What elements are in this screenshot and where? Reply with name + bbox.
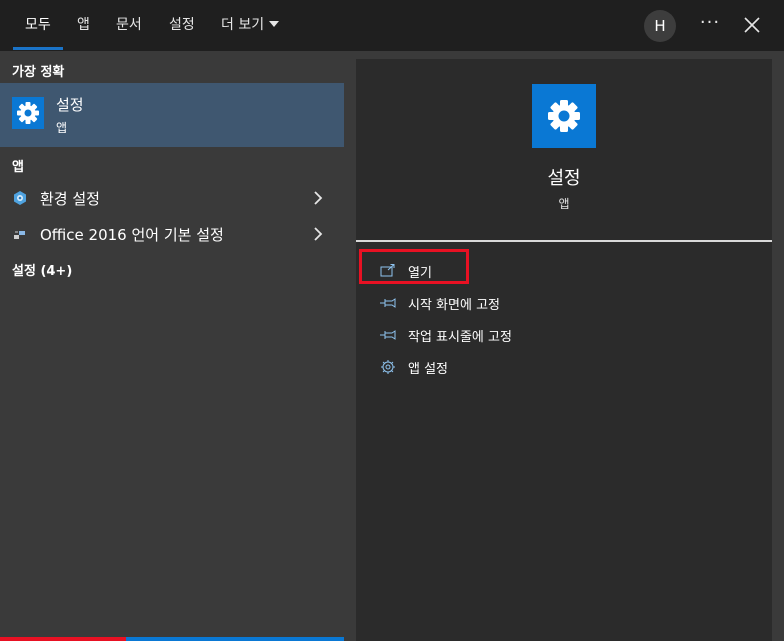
action-label: 앱 설정 bbox=[408, 362, 449, 377]
action-open[interactable]: 열기 bbox=[356, 255, 772, 287]
gear-icon bbox=[532, 84, 596, 148]
pin-icon bbox=[379, 295, 397, 311]
tab-more-label: 더 보기 bbox=[221, 17, 265, 33]
preview-title: 설정 bbox=[547, 168, 581, 189]
search-progress-bar bbox=[0, 637, 344, 641]
active-tab-indicator bbox=[13, 47, 63, 50]
more-options-button[interactable]: ··· bbox=[695, 9, 725, 41]
best-match-header: 가장 정확 bbox=[12, 65, 65, 80]
best-match-title: 설정 bbox=[56, 96, 84, 114]
chevron-right-icon[interactable] bbox=[311, 190, 325, 206]
tab-settings[interactable]: 설정 bbox=[169, 0, 195, 51]
gear-icon bbox=[12, 97, 44, 129]
best-match-subtitle: 앱 bbox=[56, 121, 68, 135]
tab-all[interactable]: 모두 bbox=[25, 0, 51, 51]
control-panel-icon bbox=[12, 190, 28, 206]
user-avatar[interactable]: H bbox=[644, 10, 676, 42]
tab-more[interactable]: 더 보기 bbox=[221, 0, 280, 51]
open-icon bbox=[379, 263, 397, 279]
action-pin-to-taskbar[interactable]: 작업 표시줄에 고정 bbox=[356, 319, 772, 351]
divider bbox=[356, 240, 772, 242]
app-item-control-panel[interactable]: 환경 설정 bbox=[0, 180, 344, 216]
preview-panel: 설정 앱 열기 시작 화면에 고정 작업 표시줄에 고정 앱 설정 bbox=[356, 59, 772, 641]
results-panel: 가장 정확 설정 앱 앱 환경 설정 Office 2016 언어 기본 설정 … bbox=[0, 51, 344, 641]
preview-subtitle: 앱 bbox=[558, 197, 570, 211]
action-pin-to-start[interactable]: 시작 화면에 고정 bbox=[356, 287, 772, 319]
search-tab-bar: 모두 앱 문서 설정 더 보기 H ··· bbox=[0, 0, 784, 51]
settings-header[interactable]: 설정 (4+) bbox=[12, 260, 72, 279]
best-match-item[interactable]: 설정 앱 bbox=[0, 83, 344, 147]
action-app-settings[interactable]: 앱 설정 bbox=[356, 351, 772, 383]
app-item-label: Office 2016 언어 기본 설정 bbox=[40, 226, 224, 244]
progress-segment-blue bbox=[126, 637, 344, 641]
tab-documents[interactable]: 문서 bbox=[116, 0, 142, 51]
app-item-office-language[interactable]: Office 2016 언어 기본 설정 bbox=[0, 216, 344, 252]
action-label: 작업 표시줄에 고정 bbox=[408, 330, 512, 345]
pin-icon bbox=[379, 327, 397, 343]
action-label: 시작 화면에 고정 bbox=[408, 298, 500, 313]
apps-header: 앱 bbox=[12, 160, 24, 175]
tab-apps[interactable]: 앱 bbox=[77, 0, 90, 51]
search-window: 모두 앱 문서 설정 더 보기 H ··· 가장 정확 설정 앱 앱 환경 설정… bbox=[0, 0, 784, 641]
close-icon bbox=[744, 17, 760, 33]
progress-segment-red bbox=[0, 637, 126, 641]
close-button[interactable] bbox=[738, 10, 766, 40]
action-label: 열기 bbox=[408, 266, 432, 281]
app-item-label: 환경 설정 bbox=[40, 190, 100, 208]
chevron-right-icon[interactable] bbox=[311, 226, 325, 242]
caret-down-icon bbox=[269, 21, 280, 27]
gear-icon bbox=[379, 359, 397, 375]
office-language-icon bbox=[12, 226, 28, 242]
